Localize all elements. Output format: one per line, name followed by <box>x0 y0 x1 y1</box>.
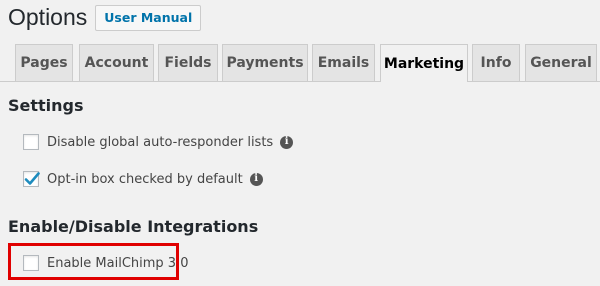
disable-autoresponder-label: Disable global auto-responder lists <box>47 134 274 150</box>
tab-bar-divider <box>0 81 600 82</box>
tab-info[interactable]: Info <box>472 44 520 81</box>
info-icon[interactable]: i <box>249 172 263 186</box>
optin-checked-label: Opt-in box checked by default <box>47 171 243 187</box>
integrations-heading: Enable/Disable Integrations <box>8 217 259 236</box>
optin-checked-checkbox[interactable] <box>23 171 40 187</box>
tab-marketing[interactable]: Marketing <box>380 44 468 82</box>
checkmark-icon <box>24 172 40 185</box>
page-title: Options <box>8 3 88 30</box>
option-optin-checked: Opt-in box checked by default i <box>23 171 263 187</box>
tab-pages[interactable]: Pages <box>15 44 73 81</box>
option-disable-autoresponder: Disable global auto-responder lists i <box>23 134 294 150</box>
tab-payments[interactable]: Payments <box>222 44 308 81</box>
user-manual-button[interactable]: User Manual <box>95 5 202 31</box>
tab-fields[interactable]: Fields <box>158 44 218 81</box>
highlight-box <box>8 243 179 280</box>
tab-bar: Pages Account Fields Payments Emails Mar… <box>0 44 600 82</box>
page-header: Options User Manual <box>8 3 202 31</box>
disable-autoresponder-checkbox[interactable] <box>23 134 39 150</box>
tab-account[interactable]: Account <box>79 44 154 81</box>
tab-emails[interactable]: Emails <box>312 44 375 81</box>
tab-general[interactable]: General <box>525 44 597 81</box>
info-icon[interactable]: i <box>280 135 294 149</box>
settings-heading: Settings <box>8 96 84 115</box>
